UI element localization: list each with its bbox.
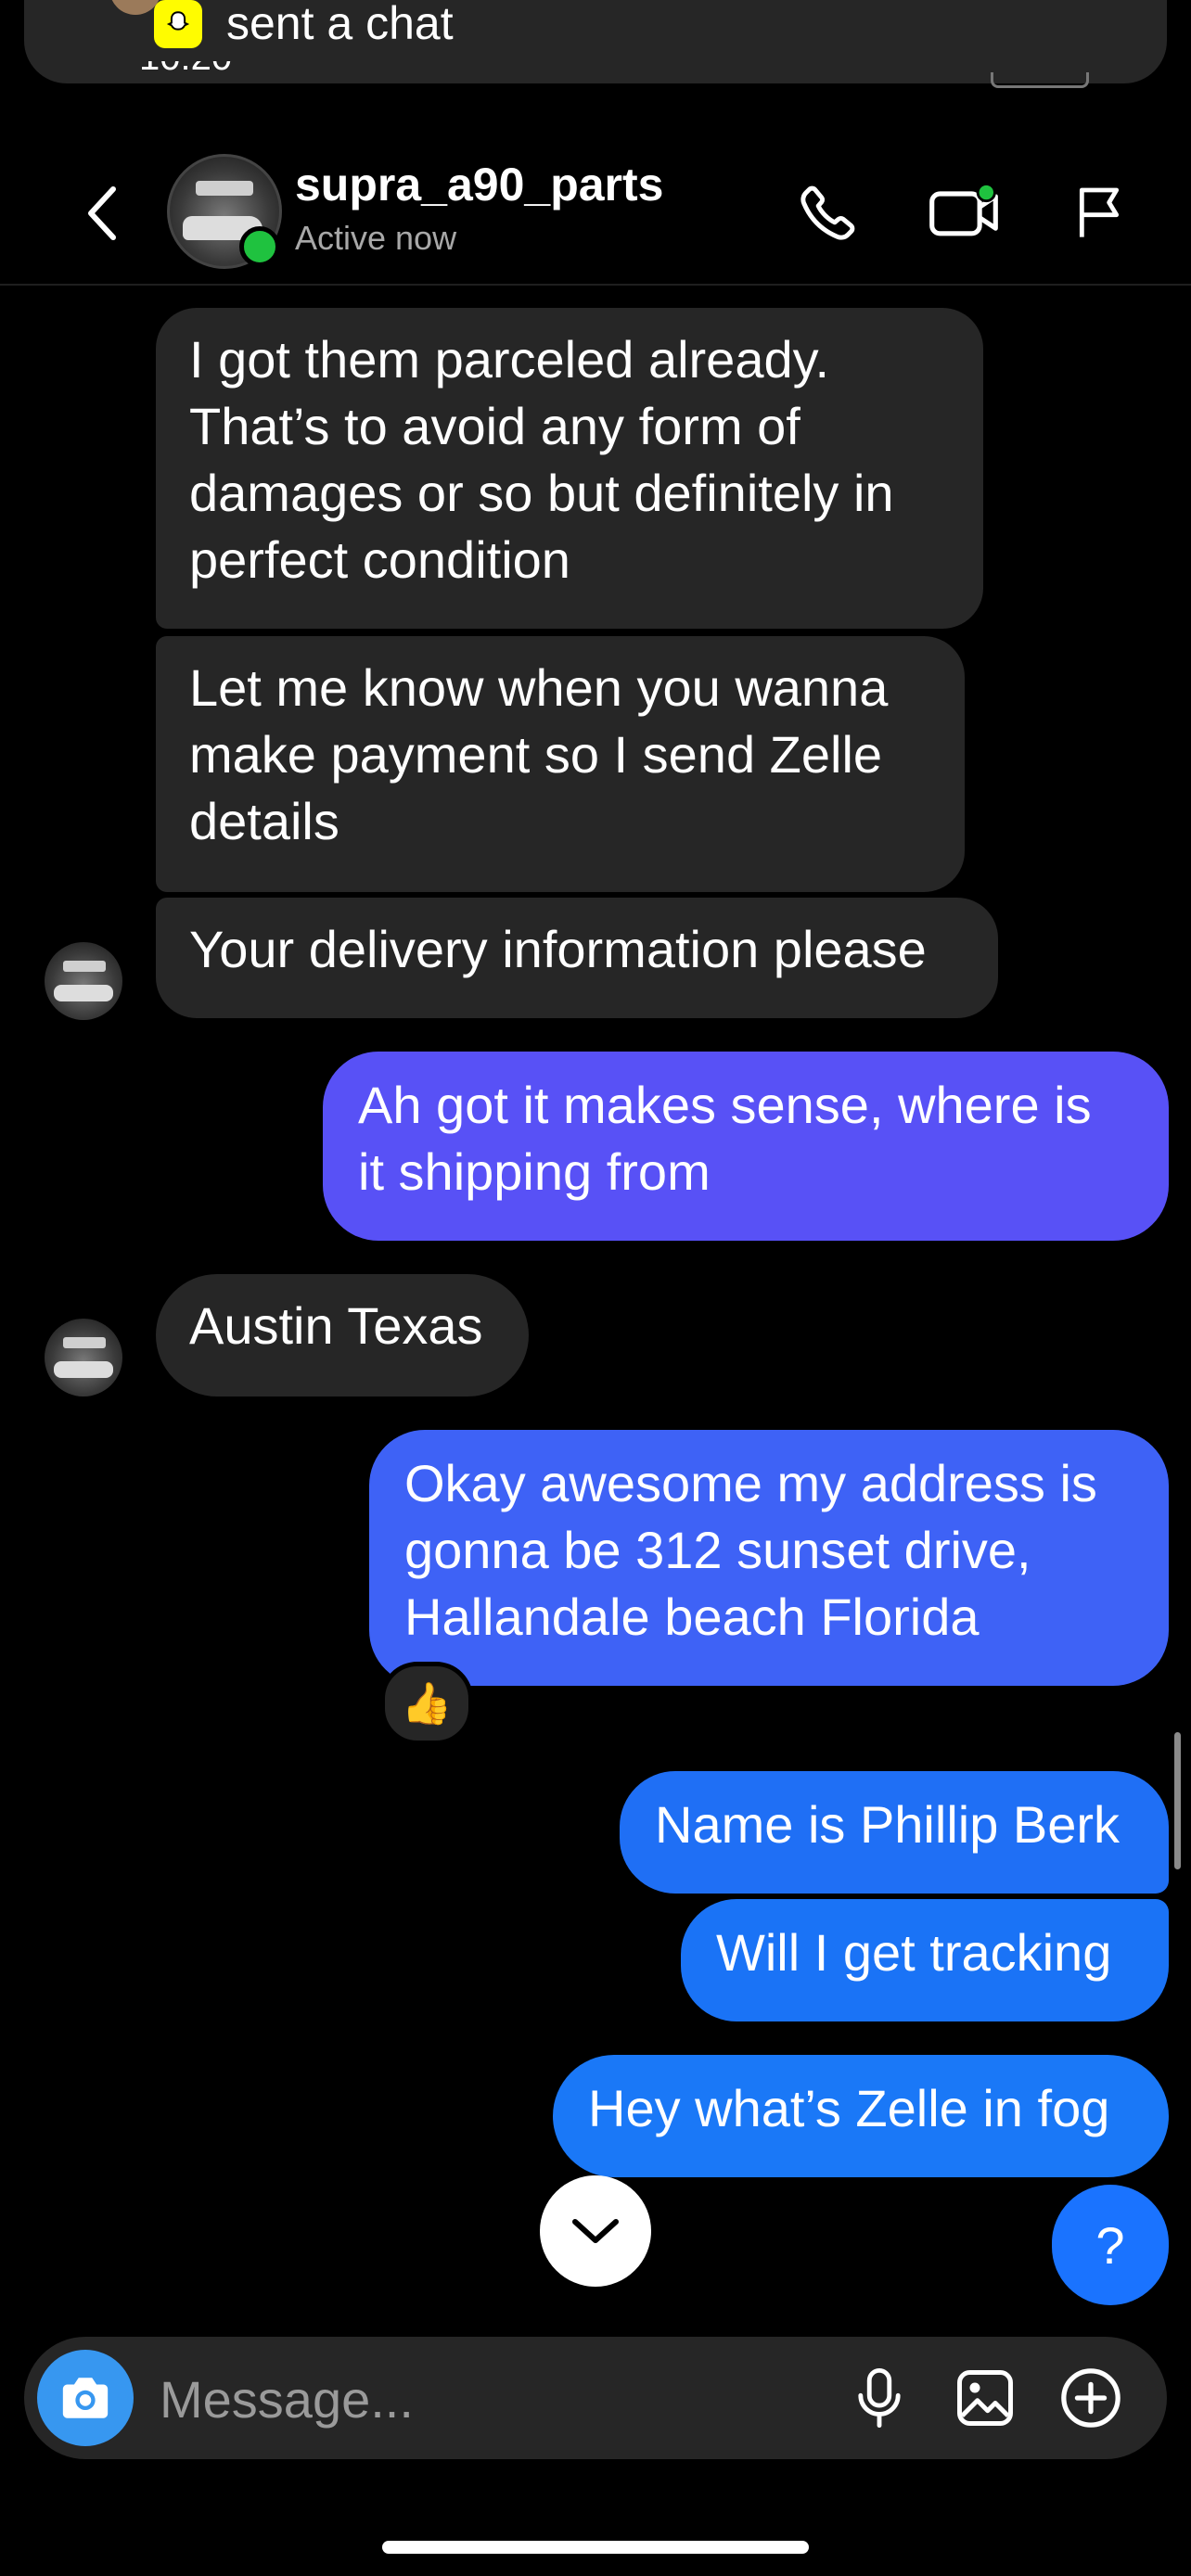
scroll-to-bottom-button[interactable] — [540, 2175, 651, 2287]
outgoing-message[interactable]: Name is Phillip Berk — [620, 1771, 1169, 1894]
incoming-message[interactable]: I got them parceled already. That’s to a… — [156, 308, 983, 629]
microphone-icon[interactable] — [842, 2361, 916, 2435]
battery-icon — [991, 72, 1089, 88]
contact-avatar-small[interactable] — [45, 1319, 122, 1396]
chevron-down-icon — [572, 2219, 619, 2243]
video-call-icon[interactable] — [922, 171, 1005, 254]
contact-name[interactable]: supra_a90_parts — [295, 158, 663, 211]
message-input[interactable] — [158, 2361, 811, 2437]
outgoing-message[interactable]: Will I get tracking — [681, 1899, 1169, 2021]
gallery-icon[interactable] — [948, 2361, 1022, 2435]
thumbs-up-icon[interactable]: 👍 — [380, 1662, 473, 1745]
incoming-message[interactable]: Let me know when you wanna make payment … — [156, 636, 965, 892]
back-chevron-icon[interactable] — [74, 176, 130, 250]
incoming-message[interactable]: Austin Texas — [156, 1274, 529, 1396]
outgoing-message[interactable]: Ah got it makes sense, where is it shipp… — [323, 1052, 1169, 1241]
flag-icon[interactable] — [1057, 171, 1141, 254]
contact-avatar-small[interactable] — [45, 942, 122, 1020]
home-indicator[interactable] — [382, 2541, 809, 2554]
camera-icon — [62, 2378, 109, 2418]
snapchat-icon — [154, 0, 202, 48]
phone-icon[interactable] — [787, 171, 870, 254]
add-icon[interactable] — [1054, 2361, 1128, 2435]
incoming-message[interactable]: Your delivery information please — [156, 898, 998, 1018]
outgoing-message[interactable]: Hey what’s Zelle in fog — [553, 2055, 1169, 2177]
camera-button[interactable] — [37, 2350, 134, 2446]
contact-status: Active now — [295, 219, 457, 257]
online-status-dot — [239, 226, 280, 267]
help-button[interactable]: ? — [1052, 2185, 1169, 2305]
scrollbar[interactable] — [1174, 1732, 1181, 1869]
message-composer — [24, 2337, 1167, 2459]
chat-header: supra_a90_parts Active now — [0, 139, 1191, 286]
outgoing-message[interactable]: Okay awesome my address is gonna be 312 … — [369, 1430, 1169, 1686]
notification-text: sent a chat — [226, 0, 454, 49]
